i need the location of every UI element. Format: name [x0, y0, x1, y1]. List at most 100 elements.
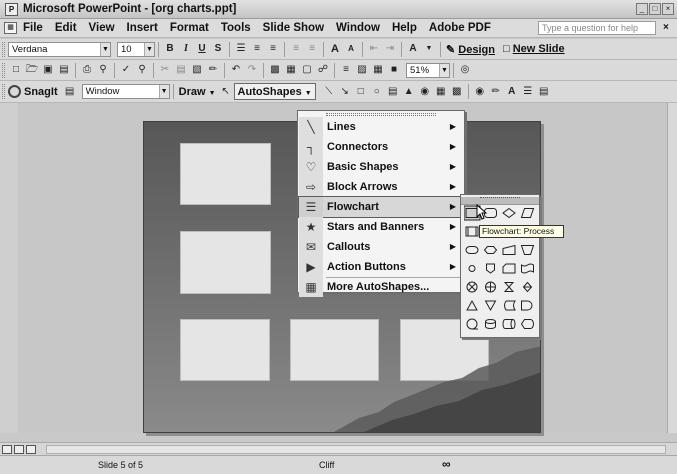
decrease-font-size-button[interactable]: A — [344, 41, 358, 57]
snagit-capture-icon[interactable]: ▤ — [63, 84, 77, 100]
wordart-icon[interactable]: ▲ — [402, 84, 416, 100]
flowchart-shape-card[interactable] — [502, 263, 516, 274]
flowchart-shape-terminator[interactable] — [465, 246, 479, 254]
tables-borders-icon[interactable]: ▢ — [300, 62, 314, 78]
toolbar-grip[interactable] — [2, 41, 5, 57]
flowchart-shape-decision[interactable] — [502, 207, 516, 219]
font-name-select[interactable]: Verdana ▼ — [8, 41, 111, 57]
flowchart-shape-manual-operation[interactable] — [520, 245, 535, 255]
powerpoint-app-icon[interactable]: P — [5, 2, 18, 16]
autoshapes-item-flowchart[interactable]: ☰ Flowchart ▶ — [298, 196, 464, 218]
new-slide-button[interactable]: □ New Slide — [503, 43, 565, 55]
dash-style-icon[interactable]: ▤ — [537, 84, 551, 100]
format-painter-icon[interactable]: ✏ — [206, 62, 220, 78]
flowchart-shape-display[interactable] — [520, 319, 534, 329]
open-folder-icon[interactable]: 🗁 — [25, 62, 39, 78]
align-right-icon[interactable]: ≡ — [266, 41, 280, 57]
flowchart-shape-punched-tape[interactable] — [521, 263, 534, 274]
flowchart-shape-summing-junction[interactable] — [466, 281, 478, 293]
select-objects-icon[interactable]: ↖ — [219, 84, 233, 100]
undo-icon[interactable]: ↶ — [229, 62, 243, 78]
flowchart-shape-manual-input[interactable] — [502, 244, 516, 255]
redo-icon[interactable]: ↷ — [245, 62, 259, 78]
menu-tools[interactable]: Tools — [221, 22, 251, 34]
autoshapes-item-action-buttons[interactable]: ▶ Action Buttons ▶ — [299, 257, 463, 277]
flowchart-shape-off-page-connector[interactable] — [486, 263, 495, 274]
line-style-icon[interactable]: ☰ — [521, 84, 535, 100]
flowchart-shape-preparation[interactable] — [483, 246, 498, 254]
diagram-icon[interactable]: ◉ — [418, 84, 432, 100]
expand-all-icon[interactable]: ≡ — [339, 62, 353, 78]
help-icon[interactable]: ◎ — [458, 62, 472, 78]
menu-help[interactable]: Help — [392, 22, 417, 34]
print-preview-icon[interactable]: ⚲ — [96, 62, 110, 78]
font-size-select[interactable]: 10 ▼ — [117, 41, 155, 57]
slide-sorter-view-button[interactable] — [14, 444, 24, 454]
permission-icon[interactable]: ▤ — [57, 62, 71, 78]
close-window-button[interactable]: × — [662, 3, 674, 15]
bold-button[interactable]: B — [163, 41, 177, 57]
flowchart-shape-extract[interactable] — [466, 299, 478, 311]
autoshapes-item-connectors[interactable]: ┐ Connectors ▶ — [299, 137, 463, 157]
align-center-icon[interactable]: ≡ — [250, 41, 264, 57]
grid-icon[interactable]: ▦ — [371, 62, 385, 78]
flowchart-shape-collate[interactable] — [503, 282, 515, 292]
flowchart-shape-delay[interactable] — [521, 300, 533, 311]
font-color-button[interactable]: A — [406, 41, 420, 57]
document-icon[interactable]: ▦ — [4, 22, 17, 34]
dropdown-arrow-icon[interactable]: ▼ — [144, 42, 154, 56]
flowchart-shape-data[interactable] — [520, 208, 535, 218]
increase-font-size-button[interactable]: A — [328, 41, 342, 57]
horizontal-scrollbar[interactable] — [46, 445, 666, 454]
zoom-select[interactable]: 51% ▼ — [406, 62, 450, 78]
drawing-font-color-icon[interactable]: A — [505, 84, 519, 100]
new-document-icon[interactable]: □ — [9, 62, 23, 78]
flowchart-shape-or[interactable] — [485, 281, 496, 293]
flowchart-shape-sequential-access-storage[interactable] — [466, 318, 478, 330]
vertical-scrollbar[interactable] — [667, 103, 677, 433]
dropdown-arrow-icon[interactable]: ▼ — [158, 85, 169, 98]
rectangle-tool-icon[interactable]: □ — [354, 84, 368, 100]
color-grayscale-icon[interactable]: ■ — [387, 62, 401, 78]
print-icon[interactable]: ⎙ — [80, 62, 94, 78]
flowchart-shape-merge[interactable] — [484, 300, 497, 312]
autoshapes-item-stars-and-banners[interactable]: ★ Stars and Banners ▶ — [299, 217, 463, 237]
underline-button[interactable]: U — [195, 41, 209, 57]
clip-art-icon[interactable]: ▦ — [434, 84, 448, 100]
submenu-drag-handle[interactable] — [461, 197, 539, 205]
insert-picture-icon[interactable]: ▩ — [450, 84, 464, 100]
insert-hyperlink-icon[interactable]: ☍ — [316, 62, 330, 78]
flowchart-shape-stored-data[interactable] — [504, 300, 516, 311]
flowchart-shape-connector[interactable] — [468, 265, 476, 272]
italic-button[interactable]: I — [179, 41, 193, 57]
dropdown-arrow-icon[interactable]: ▼ — [422, 41, 436, 57]
shadow-button[interactable]: S — [211, 41, 225, 57]
help-search-input[interactable]: Type a question for help — [538, 21, 656, 35]
fill-color-icon[interactable]: ◉ — [473, 84, 487, 100]
autoshapes-item-callouts[interactable]: ✉ Callouts ▶ — [299, 237, 463, 257]
snagit-button[interactable]: SnagIt — [8, 85, 58, 98]
slide-show-view-button[interactable] — [26, 444, 36, 454]
toolbar-grip[interactable] — [2, 84, 5, 99]
design-button[interactable]: ✎ Design — [446, 43, 495, 56]
menu-file[interactable]: File — [23, 22, 43, 34]
menu-tear-off-handle[interactable] — [326, 113, 436, 116]
menu-edit[interactable]: Edit — [55, 22, 77, 34]
minimize-window-button[interactable]: _ — [636, 3, 648, 15]
toolbar-grip[interactable] — [2, 62, 5, 78]
bullets-icon[interactable]: ≡ — [305, 41, 319, 57]
menu-window[interactable]: Window — [336, 22, 380, 34]
save-icon[interactable]: ▣ — [41, 62, 55, 78]
increase-indent-icon[interactable]: ⇥ — [383, 41, 397, 57]
flowchart-shape-sort[interactable] — [522, 281, 533, 293]
paste-icon[interactable]: ▧ — [190, 62, 204, 78]
restore-window-button[interactable]: □ — [649, 3, 661, 15]
autoshapes-item-basic-shapes[interactable]: ♡ Basic Shapes ▶ — [299, 157, 463, 177]
spelling-icon[interactable]: ✓ — [119, 62, 133, 78]
menu-slide-show[interactable]: Slide Show — [263, 22, 324, 34]
menu-insert[interactable]: Insert — [127, 22, 158, 34]
menu-format[interactable]: Format — [170, 22, 209, 34]
line-color-icon[interactable]: ✏ — [489, 84, 503, 100]
cut-icon[interactable]: ✂ — [158, 62, 172, 78]
flowchart-shape-predefined-process[interactable] — [465, 226, 479, 237]
